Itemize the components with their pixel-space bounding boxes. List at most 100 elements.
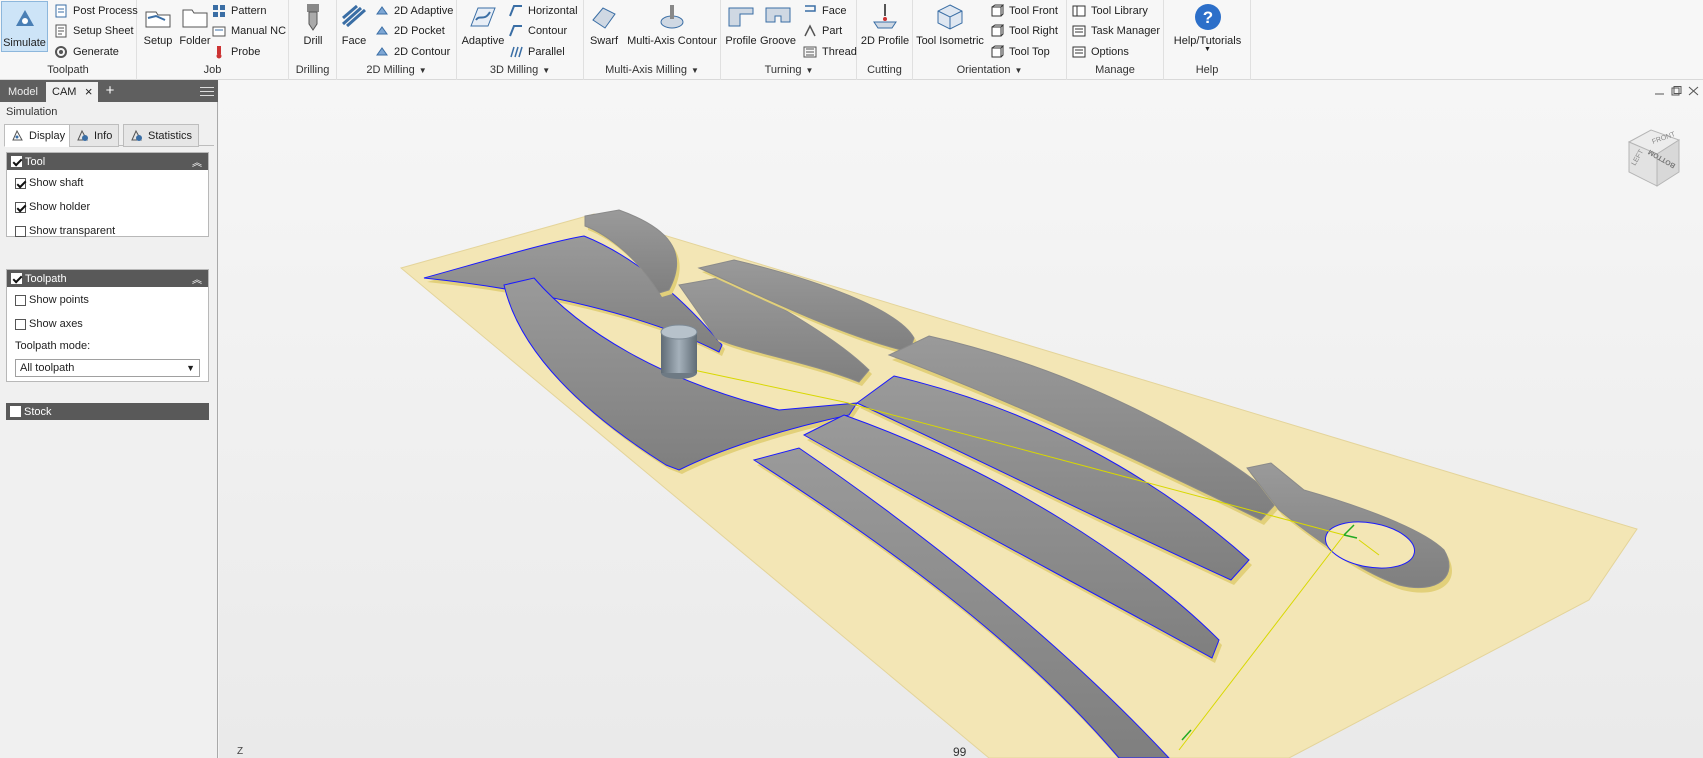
parallel-label: Parallel xyxy=(528,46,565,58)
horizontal-button[interactable]: Horizontal xyxy=(509,2,578,20)
manual-nc-button[interactable]: Manual NC xyxy=(212,22,286,40)
toolpath-section-checkbox[interactable] xyxy=(11,273,22,284)
task-manager-icon xyxy=(1072,25,1086,37)
tool-right-button[interactable]: Tool Right xyxy=(990,22,1058,40)
turning-group-title[interactable]: Turning ▼ xyxy=(721,64,857,76)
tab-info[interactable]: Info xyxy=(69,124,120,147)
2d-milling-group: Face 2D Adaptive 2D Pocket 2D Contour 2D… xyxy=(337,0,457,80)
orientation-group-title[interactable]: Orientation ▼ xyxy=(913,64,1066,76)
groove-label: Groove xyxy=(759,35,797,47)
probe-button[interactable]: Probe xyxy=(212,43,260,61)
2d-pocket-button[interactable]: 2D Pocket xyxy=(375,22,445,40)
chevron-down-icon: ▼ xyxy=(690,66,699,75)
simulation-scene[interactable]: Z 99 xyxy=(219,80,1703,758)
simulate-button[interactable]: Simulate xyxy=(1,1,48,52)
tab-display[interactable]: Display xyxy=(4,124,73,147)
2d-adaptive-button[interactable]: 2D Adaptive xyxy=(375,2,453,20)
show-holder-checkbox[interactable] xyxy=(15,201,26,213)
tab-cam[interactable]: CAM × xyxy=(46,82,99,102)
display-icon xyxy=(12,129,23,141)
restore-icon[interactable] xyxy=(1671,86,1682,96)
chevron-down-icon: ▼ xyxy=(1204,46,1211,53)
cube-top-icon xyxy=(991,45,1004,58)
swarf-label: Swarf xyxy=(589,35,619,47)
folder-icon xyxy=(182,9,208,28)
tool-section-checkbox[interactable] xyxy=(11,156,22,167)
options-button[interactable]: Options xyxy=(1072,43,1129,61)
part-button[interactable]: Part xyxy=(803,22,842,40)
setup-button[interactable]: Setup xyxy=(141,0,175,52)
turning-face-button[interactable]: Face xyxy=(803,2,846,20)
minimize-icon[interactable] xyxy=(1654,86,1665,96)
show-axes-label: Show axes xyxy=(29,318,83,330)
tool-front-button[interactable]: Tool Front xyxy=(990,2,1058,20)
face-button[interactable]: Face xyxy=(337,0,371,52)
2d-profile-button[interactable]: 2D Profile xyxy=(859,0,911,52)
tool-library-button[interactable]: Tool Library xyxy=(1072,2,1148,20)
task-manager-button[interactable]: Task Manager xyxy=(1072,22,1160,40)
help-tutorials-button[interactable]: ? Help/Tutorials ▼ xyxy=(1166,0,1249,53)
toolpath-section-header[interactable]: Toolpath ︽ xyxy=(7,270,208,287)
face-label: Face xyxy=(341,35,367,47)
part-icon xyxy=(804,24,816,37)
orientation-group: Tool Isometric Tool Front Tool Right Too… xyxy=(913,0,1067,80)
show-shaft-row[interactable]: Show shaft xyxy=(15,177,83,189)
drill-button[interactable]: Drill xyxy=(293,0,333,52)
tool-isometric-button[interactable]: Tool Isometric xyxy=(915,0,985,52)
multi-axis-contour-button[interactable]: Multi-Axis Contour xyxy=(624,0,720,52)
chevron-down-icon: ▼ xyxy=(805,66,814,75)
show-axes-row[interactable]: Show axes xyxy=(15,318,83,330)
swarf-button[interactable]: Swarf xyxy=(586,0,622,52)
post-process-button[interactable]: Post Process xyxy=(54,2,138,20)
contour-button[interactable]: Contour xyxy=(509,22,567,40)
show-points-checkbox[interactable] xyxy=(15,294,26,306)
help-icon: ? xyxy=(1194,4,1221,30)
close-icon[interactable]: × xyxy=(85,82,93,102)
show-holder-row[interactable]: Show holder xyxy=(15,201,90,213)
tool-section-header[interactable]: Tool ︽ xyxy=(7,153,208,170)
multi-axis-milling-group-title[interactable]: Multi-Axis Milling ▼ xyxy=(584,64,720,76)
parallel-button[interactable]: Parallel xyxy=(509,43,565,61)
view-cube[interactable]: FRONT LEFT BOTTOM xyxy=(1617,124,1687,194)
turning-profile-button[interactable]: Profile xyxy=(723,0,759,52)
tool-top-button[interactable]: Tool Top xyxy=(990,43,1050,61)
probe-icon xyxy=(216,46,222,59)
thread-button[interactable]: Thread xyxy=(803,43,857,61)
simulation-title: Simulation xyxy=(6,106,58,118)
isometric-cube-icon xyxy=(937,4,963,30)
pattern-label: Pattern xyxy=(231,5,267,17)
3d-milling-group-title[interactable]: 3D Milling ▼ xyxy=(457,64,583,76)
turning-group: Profile Groove Face Part Thread Turning ▼ xyxy=(720,0,857,80)
show-points-row[interactable]: Show points xyxy=(15,294,89,306)
2d-contour-button[interactable]: 2D Contour xyxy=(375,43,450,61)
generate-button[interactable]: Generate xyxy=(54,43,119,61)
chevron-down-icon: ▼ xyxy=(186,363,195,373)
2d-milling-group-title[interactable]: 2D Milling ▼ xyxy=(337,64,456,76)
groove-button[interactable]: Groove xyxy=(759,0,797,52)
3d-viewport[interactable]: Z 99 FRONT LEFT BOTTOM xyxy=(219,80,1703,758)
multi-axis-title-text: Multi-Axis Milling xyxy=(605,64,687,76)
pattern-button[interactable]: Pattern xyxy=(212,2,266,20)
close-icon[interactable] xyxy=(1688,86,1699,96)
adaptive-button[interactable]: Adaptive xyxy=(459,0,507,52)
3d-milling-group: Adaptive Horizontal Contour Parallel 3D … xyxy=(457,0,584,80)
tab-statistics[interactable]: Statistics xyxy=(123,124,200,147)
show-transparent-label: Show transparent xyxy=(29,225,116,237)
stock-section-header[interactable]: Stock xyxy=(6,403,209,420)
show-transparent-row[interactable]: Show transparent xyxy=(15,225,115,237)
stock-section-checkbox[interactable] xyxy=(10,406,21,417)
toolpath-mode-dropdown[interactable]: All toolpath ▼ xyxy=(15,359,200,377)
collapse-icon[interactable]: ︽ xyxy=(192,271,202,286)
show-shaft-checkbox[interactable] xyxy=(15,177,26,189)
menu-icon[interactable] xyxy=(200,84,214,98)
show-transparent-checkbox[interactable] xyxy=(15,225,26,237)
tool-isometric-label: Tool Isometric xyxy=(916,35,984,47)
show-axes-checkbox[interactable] xyxy=(15,318,26,330)
collapse-icon[interactable]: ︽ xyxy=(192,154,202,169)
folder-button[interactable]: Folder xyxy=(177,0,213,52)
multi-axis-milling-group: Swarf Multi-Axis Contour Multi-Axis Mill… xyxy=(584,0,857,80)
setup-sheet-button[interactable]: Setup Sheet xyxy=(54,22,134,40)
tab-model[interactable]: Model xyxy=(2,82,44,102)
tab-cam-label: CAM xyxy=(52,86,77,98)
add-tab-button[interactable]: + xyxy=(100,80,120,102)
